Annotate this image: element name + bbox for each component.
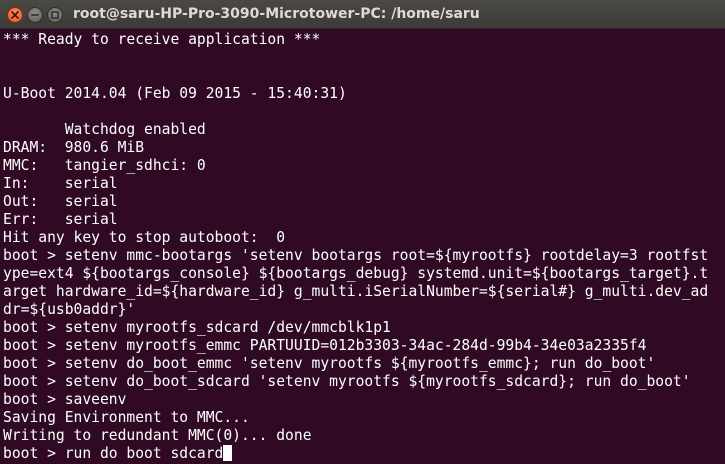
prompt-line[interactable]: boot > run do_boot_sdcard	[3, 445, 721, 461]
terminal-line: dr=${usb0addr}'	[3, 301, 136, 318]
text-cursor	[223, 445, 233, 461]
prompt-text: boot > run do_boot_sdcard	[3, 445, 224, 461]
terminal-line: DRAM: 980.6 MiB	[3, 139, 145, 156]
terminal-line: Watchdog enabled	[3, 121, 206, 138]
terminal-line: U-Boot 2014.04 (Feb 09 2015 - 15:40:31)	[3, 85, 347, 102]
terminal-line: boot > setenv do_boot_emmc 'setenv myroo…	[3, 355, 656, 372]
minimize-icon	[31, 14, 39, 16]
terminal-line: In: serial	[3, 175, 118, 192]
window-title: root@saru-HP-Pro-3090-Microtower-PC: /ho…	[73, 6, 480, 22]
terminal-line: boot > saveenv	[3, 391, 127, 408]
terminal-line: arget hardware_id=${hardware_id} g_multi…	[3, 283, 709, 300]
maximize-button[interactable]	[47, 7, 63, 23]
terminal-line: boot > setenv do_boot_sdcard 'setenv myr…	[3, 373, 691, 390]
terminal-output[interactable]: *** Ready to receive application *** U-Bo…	[3, 31, 721, 461]
close-button[interactable]	[7, 7, 23, 23]
terminal-line: Saving Environment to MMC...	[3, 409, 250, 426]
terminal-line: Writing to redundant MMC(0)... done	[3, 427, 312, 444]
minimize-button[interactable]	[27, 7, 43, 23]
terminal-line: *** Ready to receive application ***	[3, 31, 321, 48]
close-icon	[11, 11, 19, 19]
title-bar[interactable]: root@saru-HP-Pro-3090-Microtower-PC: /ho…	[0, 0, 725, 29]
terminal-line: boot > setenv myrootfs_emmc PARTUUID=012…	[3, 337, 647, 354]
terminal-line: boot > setenv myrootfs_sdcard /dev/mmcbl…	[3, 319, 391, 336]
terminal-line: ype=ext4 ${bootargs_console} ${bootargs_…	[3, 265, 709, 282]
maximize-icon	[51, 11, 59, 19]
terminal-line: boot > setenv mmc-bootargs 'setenv boota…	[3, 247, 709, 264]
terminal-line: MMC: tangier_sdhci: 0	[3, 157, 206, 174]
terminal-line: Hit any key to stop autoboot: 0	[3, 229, 286, 246]
terminal-line: Err: serial	[3, 211, 118, 228]
terminal-line: Out: serial	[3, 193, 118, 210]
terminal-window: root@saru-HP-Pro-3090-Microtower-PC: /ho…	[0, 0, 725, 464]
